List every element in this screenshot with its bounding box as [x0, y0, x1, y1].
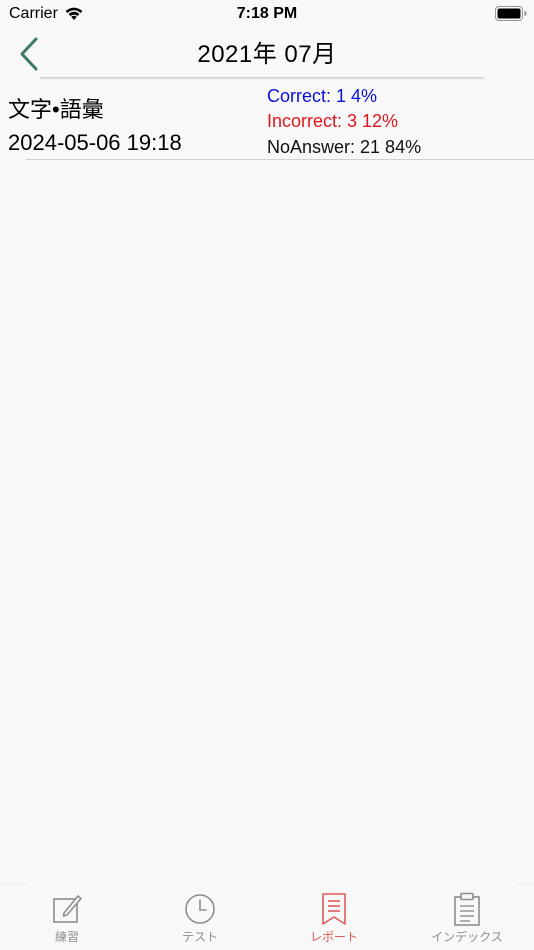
no-answer-count: NoAnswer: 21 84%: [267, 137, 422, 157]
tab-label-test: テスト: [181, 930, 218, 944]
status-bar: Carrier 7:18 PM: [0, 0, 534, 28]
tab-label-report: レポート: [309, 930, 358, 944]
nav-shadow: [40, 77, 484, 80]
status-time: 7:18 PM: [236, 5, 298, 22]
report-datetime: 2024-05-06 19:18: [8, 130, 182, 155]
clipboard-icon: [454, 892, 480, 926]
correct-count: Correct: 1 4%: [267, 86, 378, 106]
clock-icon: [185, 894, 215, 924]
tab-test[interactable]: テスト: [150, 892, 250, 948]
tab-report[interactable]: レポート: [284, 892, 384, 948]
tab-label-index: インデックス: [431, 930, 503, 944]
bookmark-icon: [322, 893, 346, 925]
screen: Carrier 7:18 PM 2021年 07月 文字•語彙 2024-05-…: [0, 0, 534, 950]
tab-label-practice: 練習: [54, 930, 79, 944]
row-divider: [26, 159, 534, 160]
tab-index[interactable]: インデックス: [417, 892, 517, 948]
tab-bar: 練習 テスト レポート インデックス: [26, 884, 518, 950]
page-title: 2021年 07月: [197, 41, 337, 68]
battery-icon: [495, 6, 527, 21]
report-category: 文字•語彙: [8, 97, 104, 122]
edit-icon: [53, 895, 82, 923]
incorrect-count: Incorrect: 3 12%: [267, 111, 399, 131]
report-row[interactable]: 文字•語彙 2024-05-06 19:18 Correct: 1 4% Inc…: [0, 82, 534, 160]
tab-practice[interactable]: 練習: [17, 892, 117, 948]
